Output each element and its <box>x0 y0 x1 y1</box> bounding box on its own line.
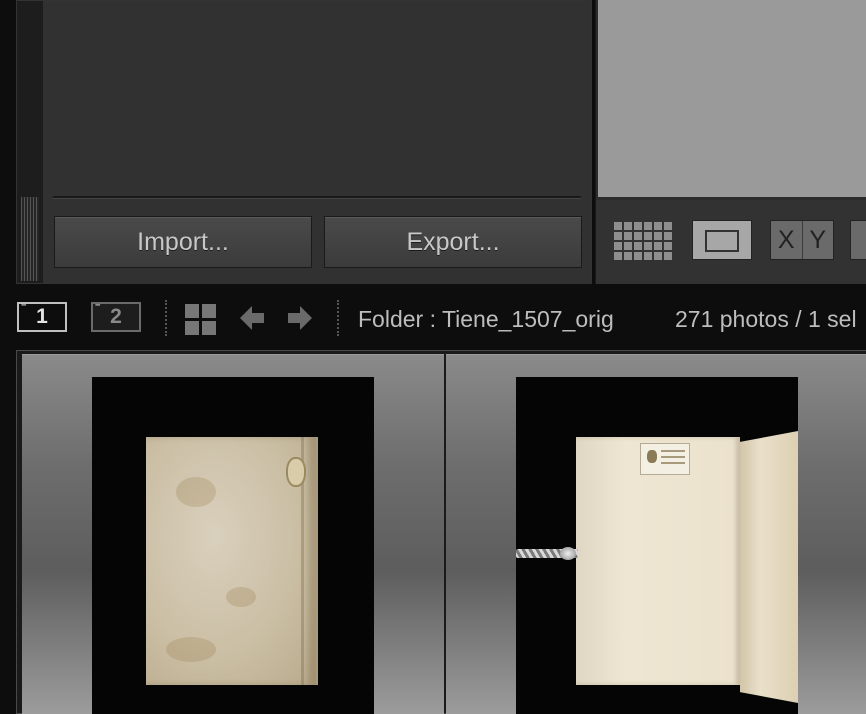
bookplate <box>640 443 690 475</box>
main-preview-area <box>598 0 866 197</box>
photo-thumbnail[interactable] <box>516 377 798 714</box>
forward-arrow-icon[interactable] <box>286 300 314 336</box>
pointer-knob <box>560 547 576 560</box>
nav-separator <box>165 300 167 336</box>
left-panel: Import... Export... <box>16 0 592 284</box>
import-button[interactable]: Import... <box>54 216 312 268</box>
view-mode-toolbar: X Y <box>596 200 866 284</box>
grid-view-icon[interactable] <box>614 220 674 260</box>
nav-separator <box>337 300 339 336</box>
thumbnail-cell[interactable] <box>22 354 444 714</box>
facing-page <box>740 431 798 703</box>
folder-source-label[interactable]: Folder : Tiene_1507_orig <box>358 304 614 334</box>
thumbnail-cell[interactable] <box>446 354 866 714</box>
filmstrip-nav-bar: 1 2 Folder : Tiene_1507_orig 271 photos … <box>0 290 866 348</box>
compare-y-label: Y <box>801 221 834 259</box>
main-view-panel: X Y <box>595 0 866 284</box>
open-book-image <box>576 437 740 685</box>
compare-x-label: X <box>777 226 795 254</box>
library-window: Import... Export... X Y 1 2 Fo <box>0 0 866 714</box>
photo-count-label: 271 photos / 1 sel <box>675 306 857 332</box>
secondary-window-button[interactable]: 2 <box>91 293 141 332</box>
photo-thumbnail[interactable] <box>92 377 374 714</box>
panel-resize-handle[interactable] <box>21 197 39 281</box>
back-arrow-icon[interactable] <box>238 300 266 336</box>
grid-icon[interactable] <box>185 304 217 336</box>
primary-window-button[interactable]: 1 <box>17 293 67 332</box>
book-cover-image <box>146 437 318 685</box>
loupe-view-icon[interactable] <box>692 220 752 260</box>
panel-divider <box>53 196 581 199</box>
compare-view-icon[interactable]: X Y <box>770 220 834 260</box>
survey-view-icon[interactable] <box>850 220 866 260</box>
export-button[interactable]: Export... <box>324 216 582 268</box>
